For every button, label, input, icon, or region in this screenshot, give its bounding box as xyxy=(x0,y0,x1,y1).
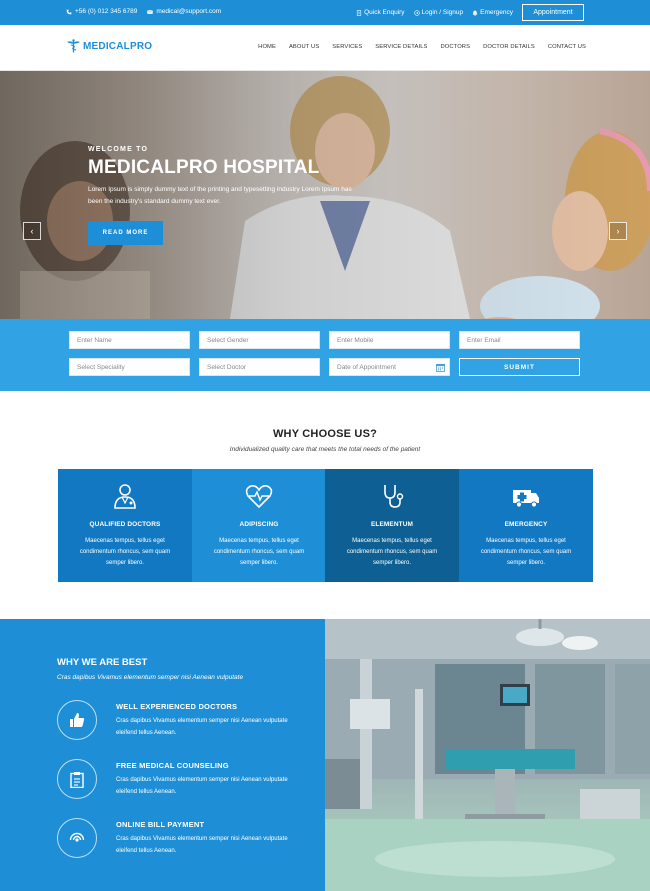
gender-select[interactable]: Select Gender xyxy=(199,331,320,349)
why-choose-title: WHY CHOOSE US? xyxy=(272,428,378,440)
mobile-input[interactable]: Enter Mobile xyxy=(329,331,450,349)
feature-text: Maecenas tempus, tellus eget condimentum… xyxy=(213,538,305,566)
caduceus-icon xyxy=(67,39,80,53)
appointment-button[interactable]: Appointment xyxy=(522,4,584,21)
best-item-counseling: FREE MEDICAL COUNSELING Cras dapibus Viv… xyxy=(57,759,317,809)
feature-title: ADIPISCING xyxy=(239,521,279,528)
feature-text: Maecenas tempus, tellus eget condimentum… xyxy=(79,538,171,566)
email-text: medical@support.com xyxy=(156,8,222,15)
hero-welcome: WELCOME TO xyxy=(88,146,149,153)
feature-card-adipiscing[interactable]: ADIPISCING Maecenas tempus, tellus eget … xyxy=(192,469,326,582)
logo-text: MEDICALPRO xyxy=(83,40,153,52)
stethoscope-icon xyxy=(384,485,404,508)
why-best-title: WHY WE ARE BEST xyxy=(57,657,148,668)
nav-about-us[interactable]: ABOUT US xyxy=(289,44,319,50)
thumbs-up-icon xyxy=(70,713,85,727)
date-placeholder: Date of Appointment xyxy=(337,363,396,371)
clipboard-icon xyxy=(70,771,84,788)
feature-card-emergency[interactable]: EMERGENCY Maecenas tempus, tellus eget c… xyxy=(459,469,593,582)
emergency-link[interactable]: Emergency xyxy=(472,9,513,16)
operating-room-photo xyxy=(325,619,650,891)
feature-title: ELEMENTUM xyxy=(370,521,414,528)
email-contact[interactable]: medical@support.com xyxy=(147,8,221,15)
why-best-subtitle: Cras dapibus Vivamus elementum semper ni… xyxy=(57,674,244,681)
hero-title: MEDICALPRO HOSPITAL xyxy=(88,157,320,178)
nav-doctor-details[interactable]: DOCTOR DETAILS xyxy=(483,44,535,50)
quick-enquiry-label: Quick Enquiry xyxy=(364,9,405,16)
best-item-text: Cras dapibus Vivamus elementum semper ni… xyxy=(116,836,288,854)
nav-doctors[interactable]: DOCTORS xyxy=(440,44,470,50)
icon-circle xyxy=(57,759,97,799)
speciality-select[interactable]: Select Speciality xyxy=(69,358,190,376)
date-input[interactable]: Date of Appointment xyxy=(329,358,450,376)
quick-enquiry-link[interactable]: Quick Enquiry xyxy=(356,9,405,16)
name-input[interactable]: Enter Name xyxy=(69,331,190,349)
login-label: Login / Signup xyxy=(421,9,464,16)
best-item-title: ONLINE BILL PAYMENT xyxy=(116,820,205,829)
calendar-icon[interactable] xyxy=(436,363,445,372)
logo[interactable]: MEDICALPRO xyxy=(66,39,152,53)
best-item-title: WELL EXPERIENCED DOCTORS xyxy=(116,702,238,711)
emergency-label: Emergency xyxy=(480,9,513,16)
doctor-icon xyxy=(114,484,136,509)
feature-card-qualified-doctors[interactable]: QUALIFIED DOCTORS Maecenas tempus, tellu… xyxy=(58,469,192,582)
feature-title: EMERGENCY xyxy=(504,521,548,528)
bell-icon xyxy=(472,10,478,16)
feature-card-elementum[interactable]: ELEMENTUM Maecenas tempus, tellus eget c… xyxy=(325,469,459,582)
best-item-title: FREE MEDICAL COUNSELING xyxy=(116,761,229,770)
best-item-bill-payment: ONLINE BILL PAYMENT Cras dapibus Vivamus… xyxy=(57,818,317,868)
top-bar: +56 (0) 012 345 6789 medical@support.com… xyxy=(0,0,650,25)
doctor-select[interactable]: Select Doctor xyxy=(199,358,320,376)
chevron-left-icon: ‹ xyxy=(30,226,34,236)
best-item-text: Cras dapibus Vivamus elementum semper ni… xyxy=(116,777,288,795)
feature-text: Maecenas tempus, tellus eget condimentum… xyxy=(480,538,572,566)
top-contact: +56 (0) 012 345 6789 medical@support.com xyxy=(66,8,221,15)
read-more-button[interactable]: READ MORE xyxy=(88,221,163,245)
main-nav: HOME ABOUT US SERVICES SERVICE DETAILS D… xyxy=(258,44,586,50)
login-link[interactable]: Login / Signup xyxy=(413,9,464,16)
email-input[interactable]: Enter Email xyxy=(459,331,580,349)
envelope-icon xyxy=(147,9,154,14)
phone-contact[interactable]: +56 (0) 012 345 6789 xyxy=(66,8,137,15)
slider-prev-button[interactable]: ‹ xyxy=(23,222,41,240)
nav-service-details[interactable]: SERVICE DETAILS xyxy=(375,44,427,50)
nav-contact-us[interactable]: CONTACT US xyxy=(548,44,586,50)
nav-services[interactable]: SERVICES xyxy=(332,44,362,50)
appointment-form: Enter Name Select Gender Enter Mobile En… xyxy=(0,319,650,391)
ambulance-icon xyxy=(513,490,539,508)
document-icon xyxy=(356,9,362,16)
main-header: MEDICALPRO HOME ABOUT US SERVICES SERVIC… xyxy=(0,25,650,71)
feature-text: Maecenas tempus, tellus eget condimentum… xyxy=(346,538,438,566)
icon-circle xyxy=(57,700,97,740)
icon-circle xyxy=(57,818,97,858)
phone-text: +56 (0) 012 345 6789 xyxy=(75,8,138,15)
best-item-doctors: WELL EXPERIENCED DOCTORS Cras dapibus Vi… xyxy=(57,700,317,750)
nav-home[interactable]: HOME xyxy=(258,44,276,50)
why-choose-subtitle: Individualized quality care that meets t… xyxy=(229,446,421,453)
login-icon xyxy=(413,9,420,16)
signal-icon xyxy=(69,832,85,842)
slider-next-button[interactable]: › xyxy=(609,222,627,240)
best-item-text: Cras dapibus Vivamus elementum semper ni… xyxy=(116,718,288,736)
heart-pulse-icon xyxy=(245,485,273,509)
hero-slider: WELCOME TO MEDICALPRO HOSPITAL Lorem Ips… xyxy=(0,71,650,319)
chevron-right-icon: › xyxy=(616,226,620,236)
top-links: Quick Enquiry Login / Signup Emergency A… xyxy=(356,4,584,21)
phone-icon xyxy=(66,9,72,14)
feature-title: QUALIFIED DOCTORS xyxy=(89,521,161,528)
operating-room-illustration xyxy=(325,619,650,891)
why-best-section: WHY WE ARE BEST Cras dapibus Vivamus ele… xyxy=(0,619,325,891)
submit-button[interactable]: SUBMIT xyxy=(459,358,580,376)
hero-description: Lorem Ipsum is simply dummy text of the … xyxy=(88,186,352,205)
